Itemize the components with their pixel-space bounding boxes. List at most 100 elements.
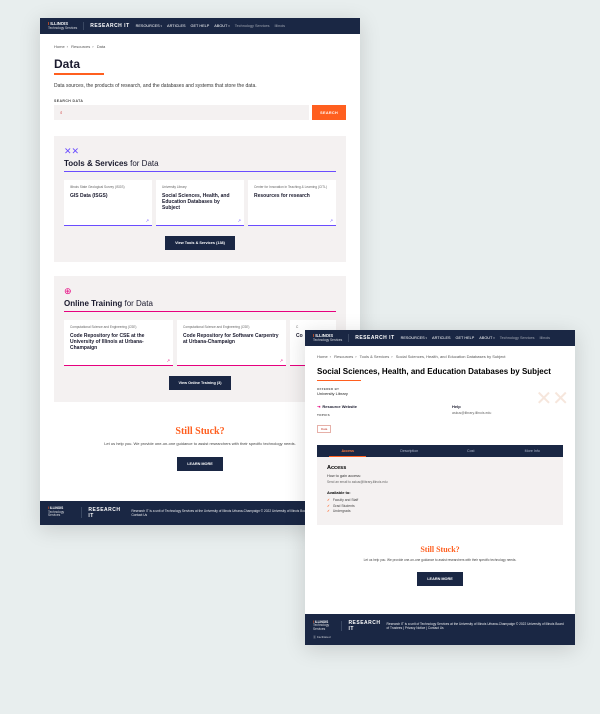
- campus-brand: I ILLINOIS Technology Services: [313, 334, 349, 342]
- tool-card[interactable]: Illinois State Geological Survey (ISGS) …: [64, 180, 152, 226]
- still-stuck-cta: Still Stuck? Let us help you. We provide…: [54, 416, 346, 487]
- arrow-icon: ↗: [280, 358, 283, 363]
- nav-get-help[interactable]: GET HELP: [456, 336, 475, 340]
- available-to-heading: Available to:: [327, 490, 553, 495]
- page-title: Data: [54, 57, 346, 71]
- card-title: GIS Data (ISGS): [70, 193, 146, 199]
- still-stuck-cta: Still Stuck? Let us help you. We provide…: [317, 535, 563, 602]
- nav-resources[interactable]: RESOURCES: [401, 336, 427, 340]
- card-title: Code Repository for CSE at the Universit…: [70, 333, 167, 351]
- nav-about[interactable]: ABOUT: [214, 24, 229, 28]
- card-eyebrow: Computational Science and Engineering (C…: [183, 326, 280, 330]
- page-lead: Data sources, the products of research, …: [54, 83, 346, 89]
- view-all-tools-button[interactable]: View Tools & Services (138): [165, 236, 235, 250]
- check-icon: ✓: [327, 509, 330, 513]
- tab-access[interactable]: Access: [317, 445, 379, 457]
- help-email[interactable]: askus@library.illinois.edu: [452, 411, 563, 415]
- crumb-resources[interactable]: Resources: [71, 44, 90, 49]
- primary-nav: RESOURCES ARTICLES GET HELP ABOUT Techno…: [401, 336, 550, 340]
- view-all-training-button[interactable]: View Online Training (3): [169, 376, 232, 390]
- arrow-icon: ↗: [330, 218, 333, 223]
- unit-brand: RESEARCH IT: [90, 23, 129, 29]
- breadcrumb: Home› Resources› Tools & Services› Socia…: [317, 354, 563, 359]
- nav-get-help[interactable]: GET HELP: [191, 24, 210, 28]
- tool-card[interactable]: University Library Social Sciences, Heal…: [156, 180, 244, 226]
- breadcrumb: Home› Resources› Data: [54, 44, 346, 49]
- nav-about[interactable]: ABOUT: [479, 336, 494, 340]
- offered-by-value: University Library: [317, 391, 563, 396]
- unit-brand: RESEARCH IT: [355, 335, 394, 341]
- topics-label: TOPICS: [317, 413, 428, 417]
- crumb-tools[interactable]: Tools & Services: [360, 354, 390, 359]
- global-footer: I ILLINOIS Technology Services RESEARCH …: [305, 614, 575, 645]
- access-instruction: Send an email to askus@library.illinois.…: [327, 480, 553, 484]
- card-title: Code Repository for Software Carpentry a…: [183, 333, 280, 345]
- audience-item: ✓Grad Students: [327, 504, 553, 508]
- search-button[interactable]: SEARCH: [312, 105, 346, 120]
- stuck-heading: Still Stuck?: [325, 545, 555, 554]
- footer-unit: RESEARCH IT: [348, 620, 380, 632]
- arrow-icon: ↗: [167, 358, 170, 363]
- global-header: I ILLINOIS Technology Services RESEARCH …: [305, 330, 575, 346]
- nav-secondary-2[interactable]: Illinois: [540, 336, 551, 340]
- footer-unit: RESEARCH IT: [88, 507, 125, 519]
- access-heading: Access: [327, 465, 553, 471]
- tools-icon: ✕✕: [64, 146, 336, 157]
- crumb-home[interactable]: Home: [54, 44, 65, 49]
- learn-more-button[interactable]: LEARN MORE: [417, 572, 463, 586]
- nav-articles[interactable]: ARTICLES: [432, 336, 451, 340]
- training-card[interactable]: Computational Science and Engineering (C…: [177, 320, 286, 366]
- card-eyebrow: Center for Innovation in Teaching & Lear…: [254, 186, 330, 190]
- primary-nav: RESOURCES ARTICLES GET HELP ABOUT Techno…: [136, 24, 285, 28]
- tool-card[interactable]: Center for Innovation in Teaching & Lear…: [248, 180, 336, 226]
- check-icon: ✓: [327, 504, 330, 508]
- section-tools-services: ✕✕ Tools & Services for Data Illinois St…: [54, 136, 346, 262]
- nav-articles[interactable]: ARTICLES: [167, 24, 186, 28]
- topic-tag[interactable]: Data: [317, 425, 331, 433]
- nav-secondary-2[interactable]: Illinois: [275, 24, 286, 28]
- nav-secondary-1[interactable]: Technology Services: [235, 24, 270, 28]
- link-icon: ⇥: [317, 404, 320, 409]
- facilitated-badge: ⦿ Facilitated: [313, 635, 567, 639]
- help-heading: Help: [452, 404, 563, 409]
- card-eyebrow: Illinois State Geological Survey (ISGS): [70, 186, 146, 190]
- learn-more-button[interactable]: LEARN MORE: [177, 457, 223, 471]
- check-icon: ✓: [327, 498, 330, 502]
- tab-more-info[interactable]: More Info: [502, 445, 564, 457]
- card-eyebrow: University Library: [162, 186, 238, 190]
- resource-website-link[interactable]: ⇥Resource Website: [317, 404, 428, 409]
- training-card[interactable]: Computational Science and Engineering (C…: [64, 320, 173, 366]
- stuck-text: Let us help you. We provide one-on-one g…: [325, 558, 555, 562]
- footer-brand: I ILLINOIS Technology Services: [313, 621, 342, 632]
- arrow-icon: ↗: [238, 218, 241, 223]
- card-title: Resources for research: [254, 193, 330, 199]
- title-accent: [54, 73, 104, 75]
- footer-text: Research IT is a unit of Technology Serv…: [387, 622, 568, 630]
- search-label: SEARCH DATA: [54, 99, 346, 103]
- search-input[interactable]: ⌕: [54, 105, 309, 120]
- nav-resources[interactable]: RESOURCES: [136, 24, 162, 28]
- access-sub: How to gain access:: [327, 474, 553, 478]
- card-title: Social Sciences, Health, and Education D…: [162, 193, 238, 211]
- audience-item: ✓Faculty and Staff: [327, 498, 553, 502]
- nav-secondary-1[interactable]: Technology Services: [500, 336, 535, 340]
- footer-brand: I ILLINOIS Technology Services: [48, 507, 82, 518]
- campus-brand: I ILLINOIS Technology Services: [48, 22, 84, 30]
- tab-cost[interactable]: Cost: [440, 445, 502, 457]
- section-online-training: ⊕ Online Training for Data Computational…: [54, 276, 346, 402]
- globe-icon: ⊕: [64, 286, 336, 297]
- stuck-heading: Still Stuck?: [62, 426, 338, 437]
- global-header: I ILLINOIS Technology Services RESEARCH …: [40, 18, 360, 34]
- crumb-current: Social Sciences, Health, and Education D…: [396, 354, 506, 359]
- crumb-current: Data: [97, 44, 105, 49]
- crumb-home[interactable]: Home: [317, 354, 328, 359]
- tools-heading: Tools & Services for Data: [64, 159, 336, 172]
- access-panel: Access How to gain access: Send an email…: [317, 457, 563, 525]
- training-heading: Online Training for Data: [64, 299, 336, 312]
- crumb-resources[interactable]: Resources: [334, 354, 353, 359]
- tab-description[interactable]: Description: [379, 445, 441, 457]
- search-icon: ⌕: [60, 110, 63, 115]
- resource-title: Social Sciences, Health, and Education D…: [317, 367, 563, 377]
- stuck-text: Let us help you. We provide one-on-one g…: [62, 441, 338, 447]
- audience-item: ✓Undergrads: [327, 509, 553, 513]
